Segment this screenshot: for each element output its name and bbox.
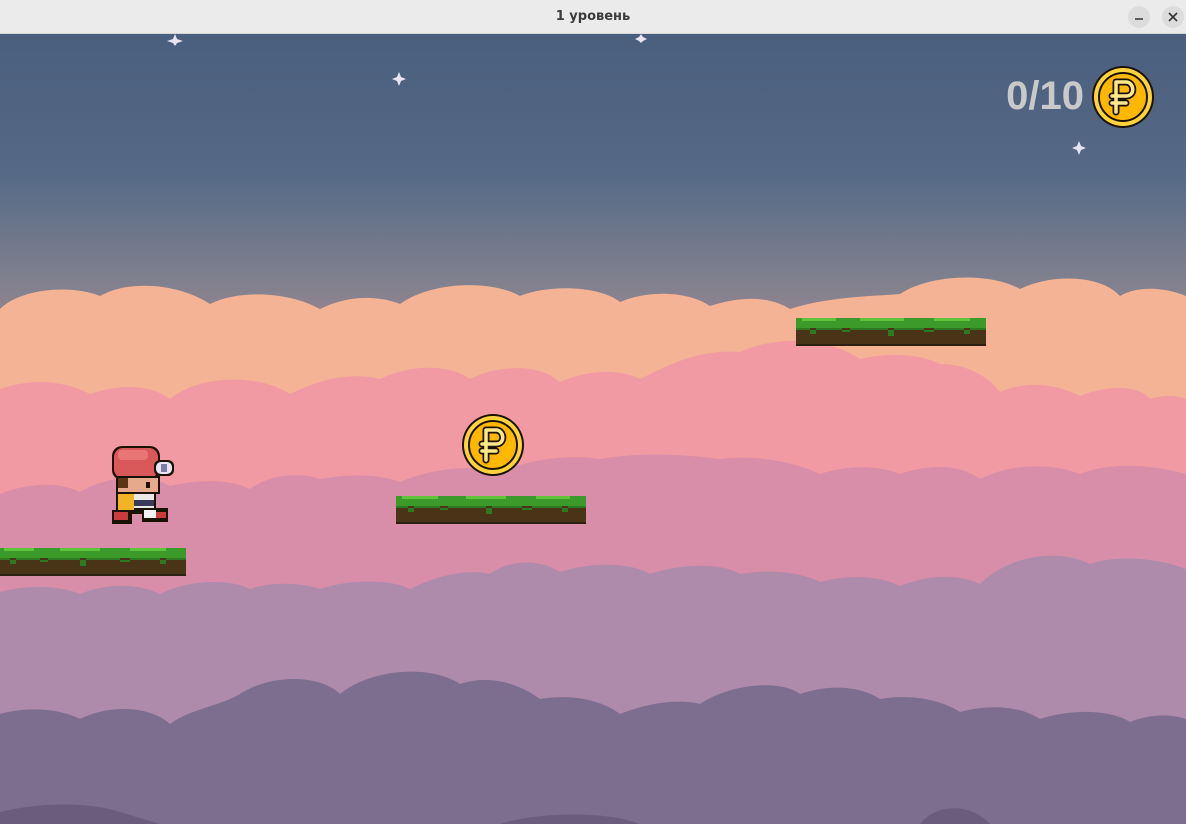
close-button[interactable] bbox=[1162, 6, 1184, 28]
ruble-coin bbox=[462, 414, 524, 476]
coin-counter: 0/10 bbox=[1006, 74, 1084, 118]
window-title: 1 уровень bbox=[555, 9, 631, 24]
grass-platform bbox=[796, 318, 986, 346]
minimize-icon bbox=[1135, 18, 1143, 20]
grass-platform bbox=[0, 548, 186, 576]
player-character bbox=[112, 446, 174, 524]
game-window: 1 уровень 0/10 bbox=[0, 0, 1186, 824]
minimize-button[interactable] bbox=[1128, 6, 1150, 28]
grass-platform bbox=[396, 496, 586, 524]
close-icon bbox=[1168, 12, 1178, 22]
title-bar[interactable]: 1 уровень bbox=[0, 0, 1186, 34]
coin-hud: 0/10 bbox=[980, 64, 1170, 134]
sky-background bbox=[0, 34, 1186, 824]
ruble-coin-icon bbox=[1092, 66, 1154, 128]
game-canvas[interactable]: 0/10 bbox=[0, 34, 1186, 824]
